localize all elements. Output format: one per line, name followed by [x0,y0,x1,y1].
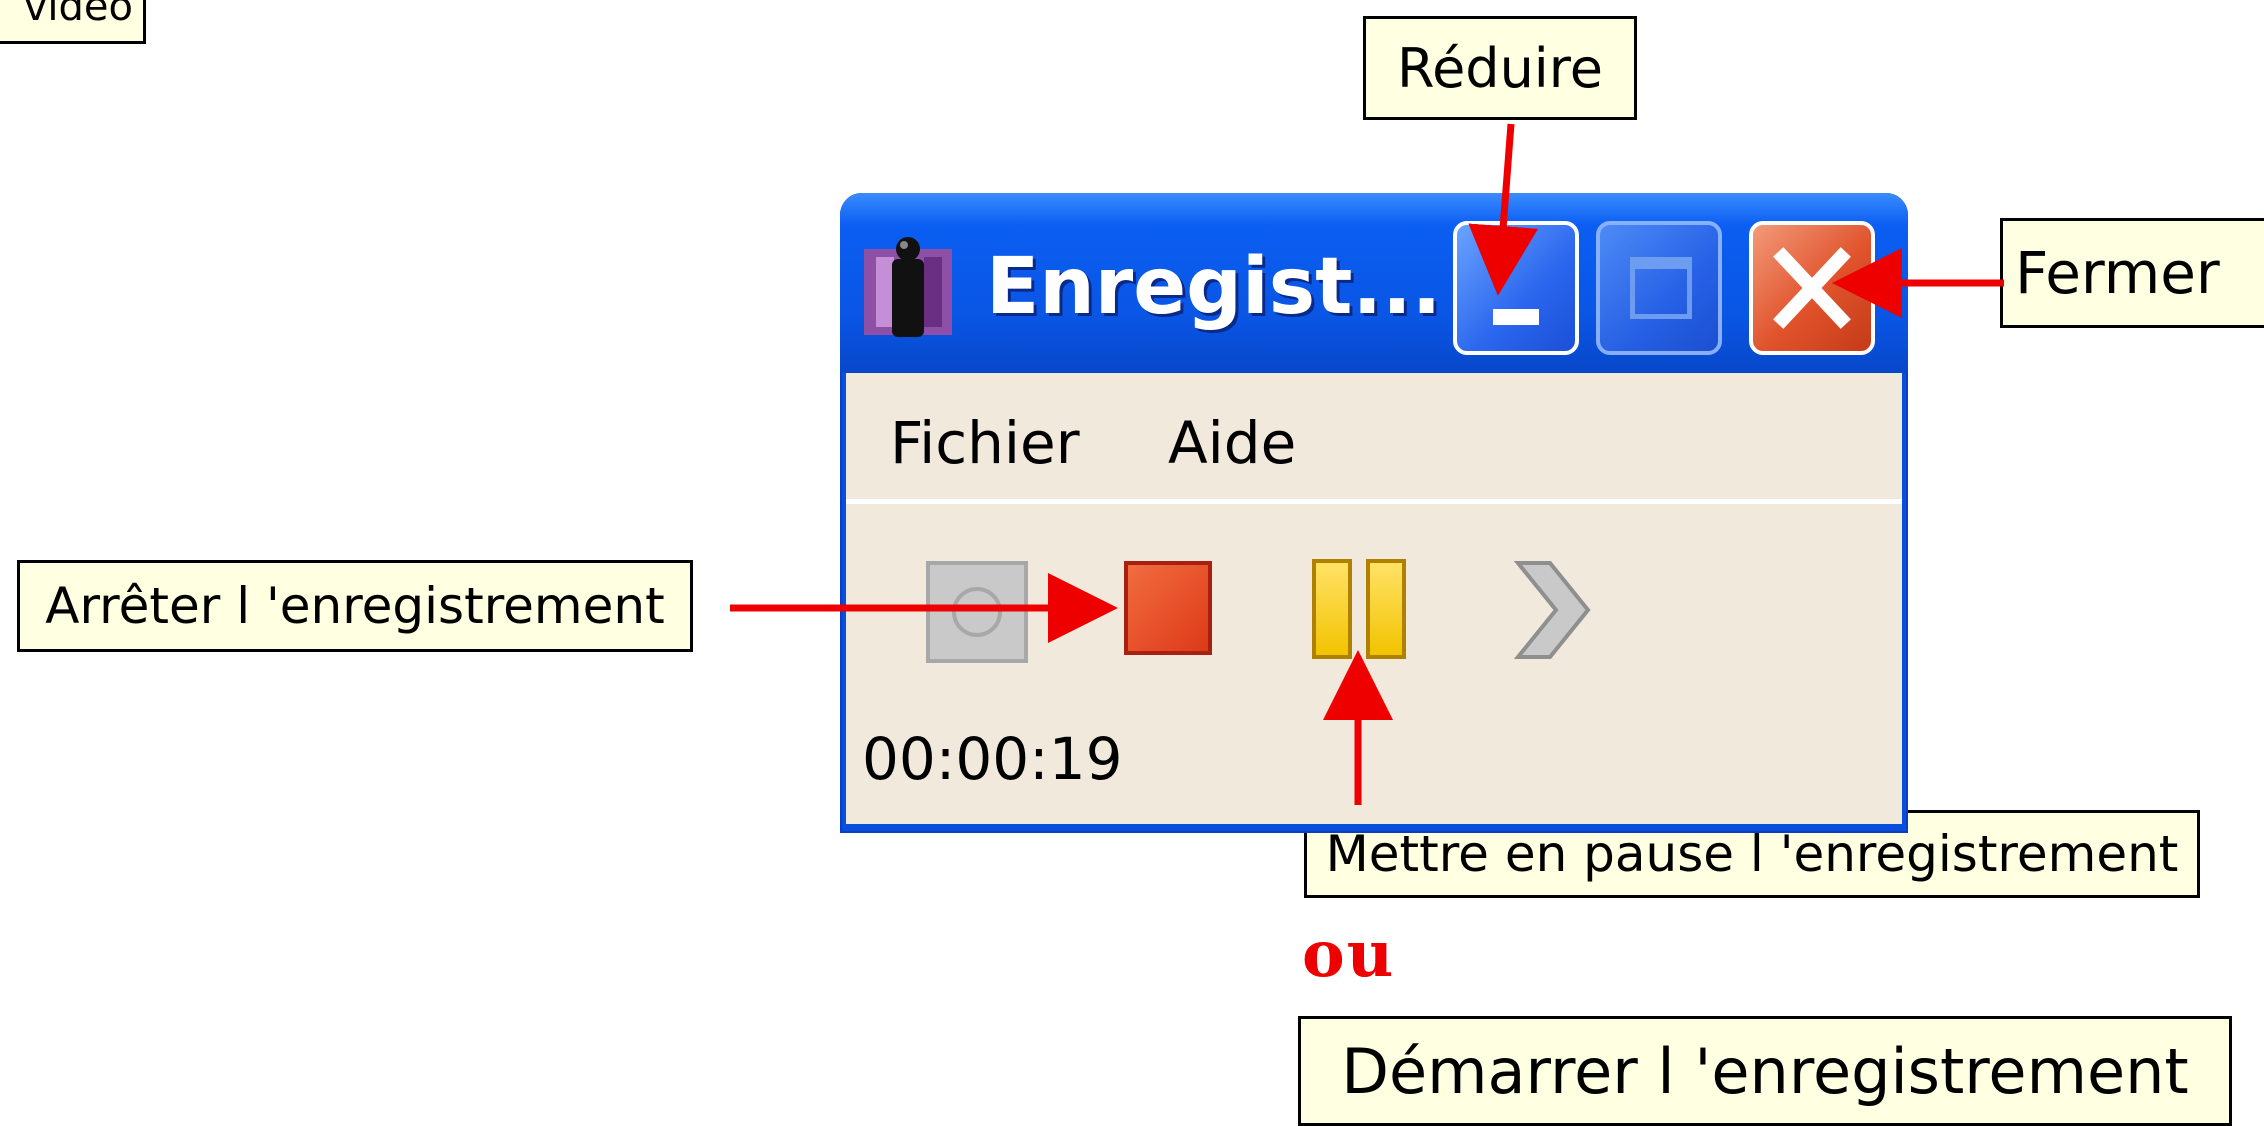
close-icon [1773,247,1851,329]
callout-reduire: Réduire [1363,16,1637,120]
maximize-icon [1630,257,1692,319]
close-button[interactable] [1749,221,1875,355]
pause-bar-right [1366,559,1406,659]
recorder-window: Enregist... Fichier Aide 00:00:19 [840,193,1908,833]
menu-aide[interactable]: Aide [1168,409,1296,477]
menu-separator [846,499,1902,504]
window-title: Enregist... [986,242,1442,332]
callout-arreter: Arrêter l 'enregistrement [17,560,693,652]
menu-bar: Fichier Aide [846,373,1902,499]
minimize-button[interactable] [1453,221,1579,355]
minimize-icon [1493,309,1539,325]
callout-video: vidéo [0,0,146,44]
window-client: Fichier Aide 00:00:19 [846,373,1902,824]
title-bar[interactable]: Enregist... [840,193,1908,373]
record-icon[interactable] [926,561,1028,663]
elapsed-timer: 00:00:19 [862,725,1123,793]
maximize-button[interactable] [1596,221,1722,355]
next-icon[interactable] [1510,555,1596,665]
app-icon [864,237,952,337]
callout-demarrer: Démarrer l 'enregistrement [1298,1016,2232,1126]
pause-bar-left [1312,559,1352,659]
or-label: ou [1302,917,1396,992]
callout-fermer: Fermer [2000,218,2264,328]
menu-fichier[interactable]: Fichier [890,409,1080,477]
pause-icon[interactable] [1312,559,1406,659]
stop-icon[interactable] [1124,561,1212,655]
